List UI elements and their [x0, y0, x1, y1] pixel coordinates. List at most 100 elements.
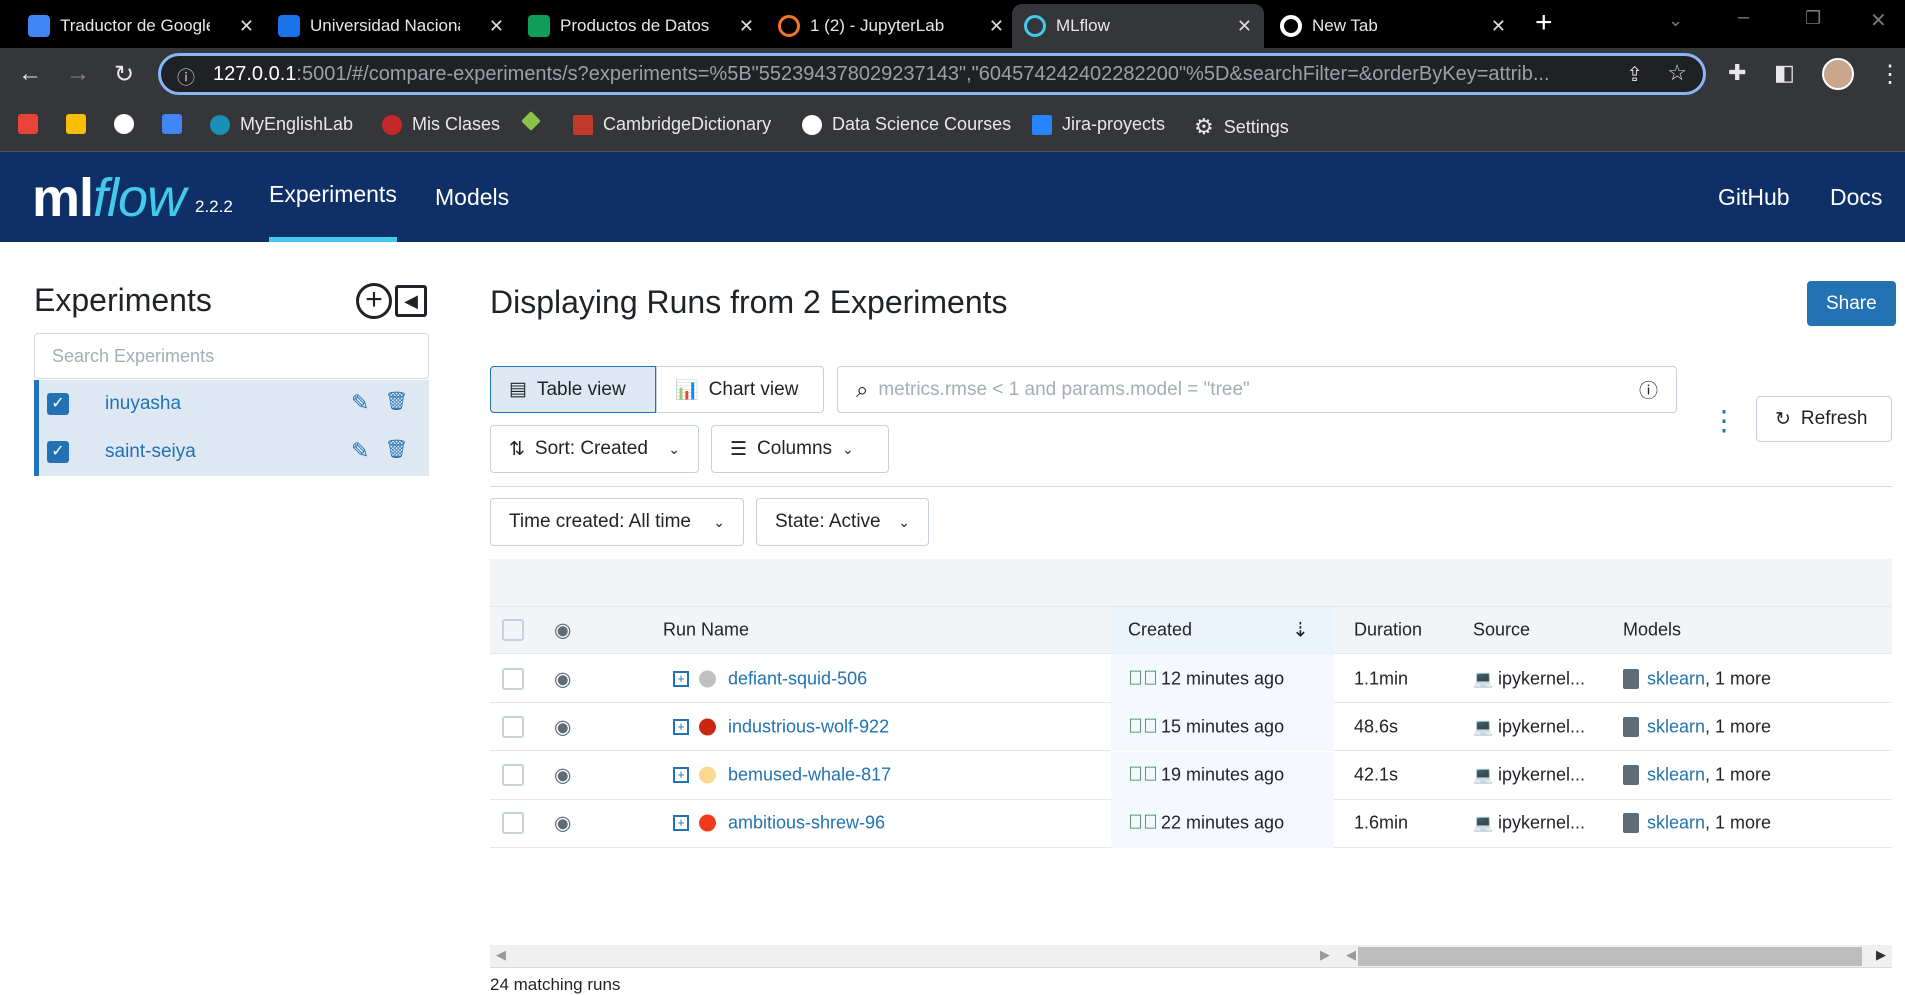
scroll-right-icon[interactable]: ▶ — [1320, 947, 1330, 963]
browser-tab[interactable]: New Tab ✕ — [1268, 4, 1518, 48]
source[interactable]: ipykernel... — [1498, 765, 1585, 786]
eye-icon[interactable]: ◉ — [554, 618, 571, 643]
gmail-icon[interactable] — [18, 114, 38, 134]
run-color-dot[interactable] — [699, 814, 716, 832]
minimize-button[interactable]: – — [1738, 6, 1749, 29]
bookmark-jira[interactable]: Jira-proyects — [1032, 114, 1165, 135]
browser-tab[interactable]: Traductor de Google ✕ — [16, 4, 266, 48]
column-header-models[interactable]: Models — [1623, 620, 1681, 641]
collapse-sidebar-icon[interactable]: ◀ — [395, 285, 427, 317]
time-created-filter[interactable]: Time created: All time ⌄ — [490, 498, 744, 546]
search-experiments-input[interactable]: Search Experiments — [34, 333, 429, 379]
run-name-link[interactable]: ambitious-shrew-96 — [728, 813, 885, 834]
trash-icon[interactable]: 🗑 — [385, 391, 408, 412]
row-checkbox[interactable] — [502, 812, 524, 835]
close-tab-icon[interactable]: ✕ — [1237, 16, 1252, 37]
scroll-left-icon[interactable]: ◀ — [1346, 947, 1356, 963]
bookmark-cambridge[interactable]: CambridgeDictionary — [573, 114, 771, 135]
model-link[interactable]: sklearn — [1647, 668, 1705, 688]
tab-search-icon[interactable]: ⌄ — [1668, 10, 1683, 31]
share-page-icon[interactable]: ⇪ — [1626, 62, 1643, 87]
expand-icon[interactable]: + — [673, 815, 689, 832]
profile-avatar[interactable] — [1822, 58, 1854, 90]
experiment-item-saint-seiya[interactable]: ✓ saint-seiya ✎ 🗑 — [39, 428, 429, 476]
run-color-dot[interactable] — [699, 670, 716, 687]
experiment-checkbox[interactable]: ✓ — [47, 441, 69, 463]
more-options-icon[interactable]: ⋮ — [1710, 404, 1738, 437]
row-checkbox[interactable] — [502, 715, 524, 738]
table-view-button[interactable]: ▤ Table view — [490, 366, 656, 413]
nav-models[interactable]: Models — [435, 152, 509, 242]
nav-experiments[interactable]: Experiments — [269, 152, 397, 242]
select-all-checkbox[interactable] — [502, 619, 524, 641]
run-name-link[interactable]: defiant-squid-506 — [728, 668, 867, 689]
expand-icon[interactable]: + — [673, 670, 689, 687]
row-checkbox[interactable] — [502, 667, 524, 690]
eye-icon[interactable]: ◉ — [554, 714, 571, 739]
bookmark-mis-clases-2[interactable] — [521, 111, 541, 131]
close-tab-icon[interactable]: ✕ — [989, 16, 1004, 37]
scroll-left-icon[interactable]: ◀ — [496, 947, 506, 963]
experiment-name[interactable]: inuyasha — [105, 393, 181, 415]
eye-icon[interactable]: ◉ — [554, 763, 571, 788]
close-tab-icon[interactable]: ✕ — [739, 16, 754, 37]
eye-icon[interactable]: ◉ — [554, 666, 571, 691]
bookmark-settings[interactable]: ⚙ Settings — [1194, 114, 1289, 140]
sort-desc-icon[interactable]: ⇣ — [1292, 618, 1309, 643]
bookmark-mis-clases[interactable]: Mis Clases — [382, 114, 500, 135]
state-filter[interactable]: State: Active ⌄ — [756, 498, 929, 546]
nav-docs[interactable]: Docs — [1830, 152, 1882, 242]
source[interactable]: ipykernel... — [1498, 716, 1585, 737]
model-link[interactable]: sklearn — [1647, 716, 1705, 736]
bookmark-star-icon[interactable]: ☆ — [1667, 60, 1687, 86]
close-tab-icon[interactable]: ✕ — [239, 16, 254, 37]
eye-icon[interactable]: ◉ — [554, 811, 571, 836]
mlflow-logo[interactable]: mlflow — [32, 167, 186, 229]
trash-icon[interactable]: 🗑 — [385, 439, 408, 460]
model-link[interactable]: sklearn — [1647, 813, 1705, 833]
more-models[interactable]: , 1 more — [1705, 668, 1771, 688]
expand-icon[interactable]: + — [673, 767, 689, 784]
sort-dropdown[interactable]: ⇅ Sort: Created ⌄ — [490, 425, 699, 473]
run-name-link[interactable]: bemused-whale-817 — [728, 765, 891, 786]
run-color-dot[interactable] — [699, 766, 716, 784]
share-button[interactable]: Share — [1807, 281, 1896, 326]
refresh-button[interactable]: ↻ Refresh — [1756, 396, 1892, 442]
browser-menu-icon[interactable]: ⋮ — [1878, 60, 1902, 89]
more-models[interactable]: , 1 more — [1705, 813, 1771, 833]
edit-icon[interactable]: ✎ — [351, 390, 369, 416]
browser-tab[interactable]: 1 (2) - JupyterLab ✕ — [766, 4, 1016, 48]
drive-icon[interactable] — [66, 114, 86, 134]
side-panel-icon[interactable]: ◧ — [1774, 60, 1795, 86]
column-header-duration[interactable]: Duration — [1354, 620, 1422, 641]
scrollbar-thumb[interactable] — [1358, 947, 1862, 966]
column-header-source[interactable]: Source — [1473, 620, 1530, 641]
more-models[interactable]: , 1 more — [1705, 716, 1771, 736]
row-checkbox[interactable] — [502, 764, 524, 787]
close-tab-icon[interactable]: ✕ — [1491, 16, 1506, 37]
experiment-item-inuyasha[interactable]: ✓ inuyasha ✎ 🗑 — [39, 380, 429, 428]
browser-tab[interactable]: Universidad Nacional ✕ — [266, 4, 516, 48]
bookmark-data-science-courses[interactable]: Data Science Courses — [802, 114, 1011, 135]
source[interactable]: ipykernel... — [1498, 668, 1585, 689]
info-icon[interactable]: ⓘ — [1639, 376, 1658, 403]
url-input[interactable]: ⓘ 127.0.0.1:5001/#/compare-experiments/s… — [158, 53, 1706, 95]
edit-icon[interactable]: ✎ — [351, 438, 369, 464]
column-header-created[interactable]: Created — [1128, 620, 1192, 641]
bookmark-myenglishlab[interactable]: MyEnglishLab — [210, 114, 353, 135]
run-color-dot[interactable] — [699, 718, 716, 736]
nav-github[interactable]: GitHub — [1718, 152, 1790, 242]
run-name-link[interactable]: industrious-wolf-922 — [728, 716, 889, 737]
site-info-icon[interactable]: ⓘ — [177, 64, 195, 90]
experiment-checkbox[interactable]: ✓ — [47, 393, 69, 415]
more-models[interactable]: , 1 more — [1705, 765, 1771, 785]
add-experiment-icon[interactable]: + — [356, 283, 392, 319]
reload-icon[interactable]: ↻ — [114, 60, 134, 89]
scroll-right-icon[interactable]: ▶ — [1876, 947, 1886, 963]
restore-button[interactable]: ❐ — [1805, 8, 1821, 29]
new-tab-button[interactable]: + — [1535, 6, 1553, 40]
translate-icon[interactable] — [162, 114, 182, 134]
expand-icon[interactable]: + — [673, 718, 689, 735]
browser-tab-active[interactable]: MLflow ✕ — [1012, 4, 1264, 48]
experiment-name[interactable]: saint-seiya — [105, 441, 196, 463]
